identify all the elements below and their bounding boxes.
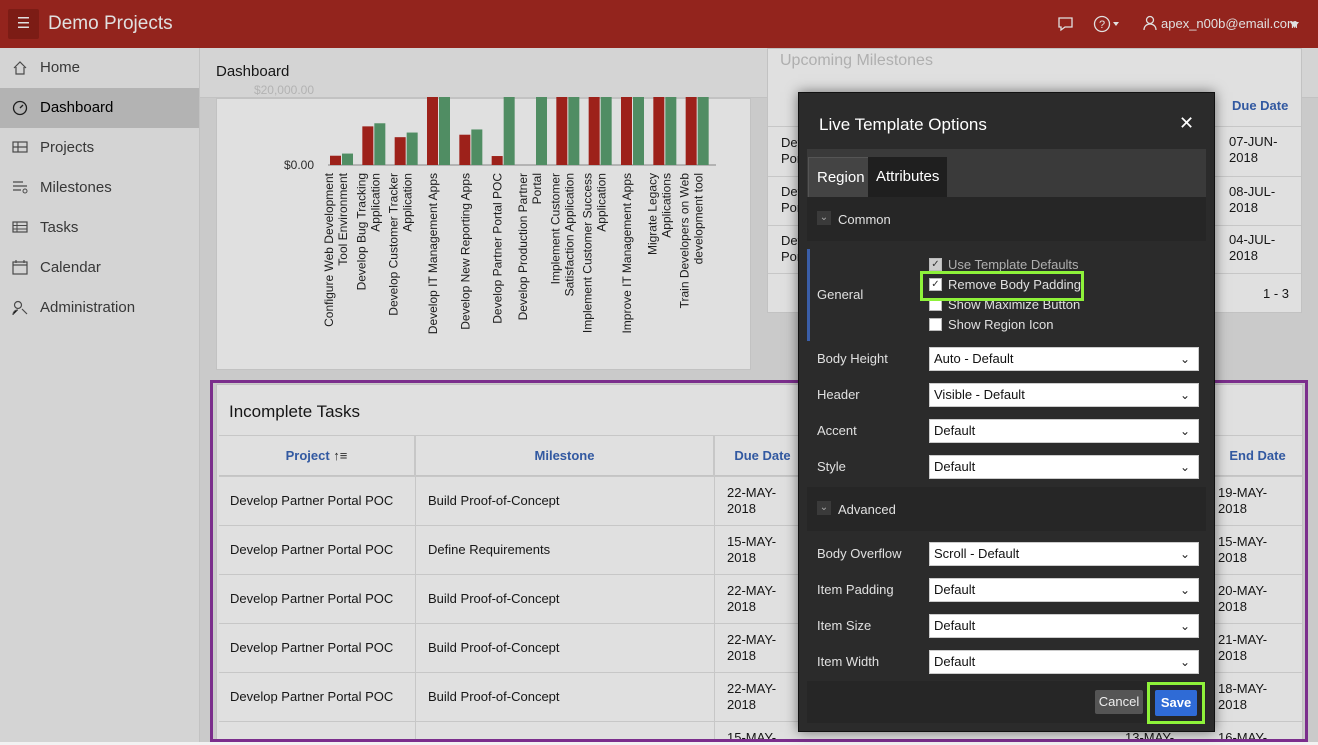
highlight-remove-body-padding bbox=[920, 271, 1084, 301]
chevron-down-icon: ⌄ bbox=[1179, 460, 1190, 474]
active-indicator bbox=[807, 249, 810, 341]
field-label: Body Height bbox=[817, 351, 888, 366]
common-section-header[interactable]: ⌄ Common bbox=[807, 197, 1206, 241]
body-overflow-select[interactable]: Scroll - Default ⌄ bbox=[929, 542, 1199, 566]
general-label: General bbox=[817, 287, 864, 302]
tab-region[interactable]: Region bbox=[808, 157, 874, 197]
section-label: Advanced bbox=[838, 502, 896, 517]
select-value: Default bbox=[934, 423, 976, 438]
chevron-down-icon: ⌄ bbox=[817, 211, 831, 225]
select-value: Default bbox=[934, 654, 976, 669]
field-label: Item Width bbox=[817, 654, 880, 669]
field-label: Item Size bbox=[817, 618, 872, 633]
dialog-tabs: Region Attributes bbox=[807, 149, 1206, 197]
advanced-section-header[interactable]: ⌄ Advanced bbox=[807, 487, 1206, 531]
style-select[interactable]: Default ⌄ bbox=[929, 455, 1199, 479]
chevron-down-icon: ⌄ bbox=[1179, 388, 1190, 402]
item-padding-select[interactable]: Default ⌄ bbox=[929, 578, 1199, 602]
chevron-down-icon: ⌄ bbox=[1179, 655, 1190, 669]
select-value: Auto - Default bbox=[934, 351, 1014, 366]
chevron-down-icon: ⌄ bbox=[1179, 619, 1190, 633]
field-label: Item Padding bbox=[817, 582, 894, 597]
select-value: Scroll - Default bbox=[934, 546, 1020, 561]
chevron-down-icon: ⌄ bbox=[817, 501, 831, 515]
checkbox-label: Show Region Icon bbox=[948, 317, 1054, 332]
use-template-defaults-checkbox[interactable]: ✓ bbox=[929, 258, 942, 271]
show-region-icon-checkbox[interactable] bbox=[929, 318, 942, 331]
select-value: Default bbox=[934, 618, 976, 633]
close-icon[interactable]: ✕ bbox=[1179, 113, 1194, 134]
live-template-options-dialog: Live Template Options ✕ Region Attribute… bbox=[798, 92, 1215, 732]
field-label: Style bbox=[817, 459, 846, 474]
tab-attributes[interactable]: Attributes bbox=[868, 157, 948, 197]
item-width-select[interactable]: Default ⌄ bbox=[929, 650, 1199, 674]
field-label: Header bbox=[817, 387, 860, 402]
chevron-down-icon: ⌄ bbox=[1179, 424, 1190, 438]
cancel-button[interactable]: Cancel bbox=[1095, 690, 1143, 714]
select-value: Visible - Default bbox=[934, 387, 1025, 402]
accent-select[interactable]: Default ⌄ bbox=[929, 419, 1199, 443]
header-select[interactable]: Visible - Default ⌄ bbox=[929, 383, 1199, 407]
field-label: Accent bbox=[817, 423, 857, 438]
item-size-select[interactable]: Default ⌄ bbox=[929, 614, 1199, 638]
chevron-down-icon: ⌄ bbox=[1179, 547, 1190, 561]
chevron-down-icon: ⌄ bbox=[1179, 352, 1190, 366]
chevron-down-icon: ⌄ bbox=[1179, 583, 1190, 597]
body-height-select[interactable]: Auto - Default ⌄ bbox=[929, 347, 1199, 371]
dialog-title: Live Template Options bbox=[819, 115, 987, 134]
select-value: Default bbox=[934, 582, 976, 597]
field-label: Body Overflow bbox=[817, 546, 902, 561]
section-label: Common bbox=[838, 212, 891, 227]
checkbox-label: Use Template Defaults bbox=[948, 257, 1079, 272]
highlight-save-button bbox=[1147, 682, 1205, 724]
select-value: Default bbox=[934, 459, 976, 474]
